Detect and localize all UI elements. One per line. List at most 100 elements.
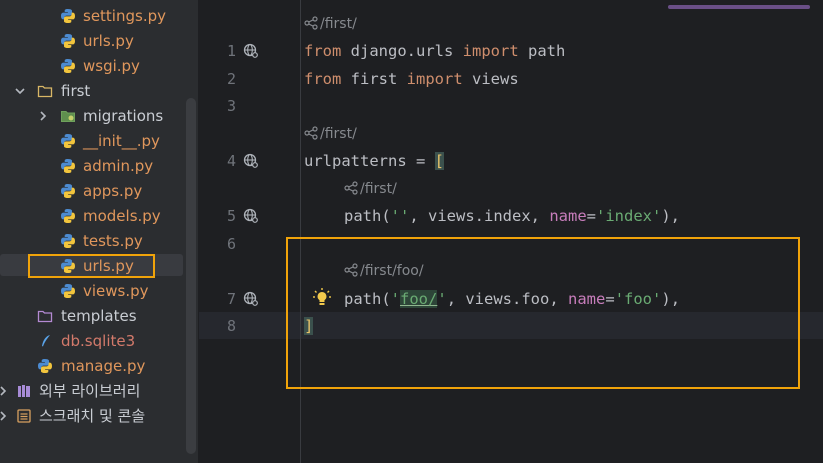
code-token: django.urls <box>341 42 463 60</box>
code-token: urlpatterns = <box>304 152 435 170</box>
tree-item-admin-py[interactable]: admin.py <box>0 154 186 179</box>
code-token: views <box>462 70 519 88</box>
tree-item-label: models.py <box>83 207 161 225</box>
tree-item-label: manage.py <box>61 357 146 375</box>
template-folder-icon <box>37 310 53 323</box>
code-highlight-box <box>286 237 800 389</box>
code-token: ), <box>661 207 680 225</box>
tree-item-views-py[interactable]: views.py <box>0 279 186 304</box>
tree-item-first-folder[interactable]: first <box>0 79 186 104</box>
scratch-console-icon <box>17 409 31 423</box>
chevron-right-icon[interactable] <box>0 410 9 422</box>
chevron-right-icon[interactable] <box>37 110 49 122</box>
tree-item-label: apps.py <box>83 182 143 200</box>
python-file-icon <box>61 184 75 198</box>
tree-item-wsgi-py[interactable]: wsgi.py <box>0 54 186 79</box>
code-token: name <box>549 207 587 225</box>
tree-item-scratches-and-consoles[interactable]: 스크래치 및 콘솔 <box>0 404 186 429</box>
line-number: 6 <box>226 235 236 253</box>
share-icon <box>344 181 358 195</box>
python-file-icon <box>38 359 52 373</box>
tree-item-label: db.sqlite3 <box>61 332 136 350</box>
library-icon <box>18 385 30 397</box>
line-number: 4 <box>226 152 236 170</box>
python-file-icon <box>61 234 75 248</box>
tree-item-external-libraries[interactable]: 외부 라이브러리 <box>0 379 186 404</box>
line-number: 7 <box>226 290 236 308</box>
project-tree-scrollbar[interactable] <box>186 98 196 454</box>
endpoint-globe-icon[interactable] <box>243 43 259 59</box>
endpoint-globe-icon[interactable] <box>243 208 259 224</box>
python-file-icon <box>61 284 75 298</box>
code-line-2[interactable]: from first import views <box>304 69 519 89</box>
tree-item-label: __init__.py <box>83 132 160 150</box>
line-number: 3 <box>226 97 236 115</box>
python-file-icon <box>61 209 75 223</box>
editor-scroll-indicator[interactable] <box>668 5 810 9</box>
tree-item-label: settings.py <box>83 7 166 25</box>
tree-item-label: tests.py <box>83 232 143 250</box>
tree-item-label: wsgi.py <box>83 57 140 75</box>
tree-item-label: 스크래치 및 콘솔 <box>39 407 146 425</box>
tree-item-db-sqlite3[interactable]: db.sqlite3 <box>0 329 186 354</box>
tree-item-label: 외부 라이브러리 <box>39 382 141 400</box>
tree-item-settings-py[interactable]: settings.py <box>0 4 186 29</box>
code-token: import <box>462 42 519 60</box>
python-file-icon <box>61 159 75 173</box>
endpoint-hint-text: /first/ <box>320 126 357 142</box>
python-file-icon <box>61 59 75 73</box>
code-token: = <box>586 207 596 225</box>
chevron-right-icon[interactable] <box>0 385 9 397</box>
line-number: 1 <box>226 42 236 60</box>
code-line-5[interactable]: path('', views.index, name='index'), <box>344 206 680 226</box>
endpoint-hint-text: /first/ <box>320 16 357 32</box>
gutter-separator <box>300 0 301 463</box>
tree-item-apps-py[interactable]: apps.py <box>0 179 186 204</box>
code-token: 'index' <box>596 207 662 225</box>
python-file-icon <box>61 134 75 148</box>
tree-item-templates[interactable]: templates <box>0 304 186 329</box>
tree-item-label: first <box>61 82 91 100</box>
matched-bracket: [ <box>434 152 444 170</box>
python-file-icon <box>61 9 75 23</box>
share-icon <box>304 126 318 140</box>
endpoint-globe-icon[interactable] <box>243 153 259 169</box>
tree-item-label: admin.py <box>83 157 154 175</box>
folder-icon <box>37 85 53 98</box>
tree-item-tests-py[interactable]: tests.py <box>0 229 186 254</box>
tree-item-urls-py[interactable]: urls.py <box>0 29 186 54</box>
endpoint-hint[interactable]: /first/ <box>344 181 397 197</box>
line-number: 8 <box>226 317 236 335</box>
endpoint-hint[interactable]: /first/ <box>304 126 357 142</box>
project-tree-panel: settings.py urls.py wsgi.py first migrat… <box>0 0 198 463</box>
tree-item-label: urls.py <box>83 32 134 50</box>
tree-item-label: migrations <box>83 107 164 125</box>
share-icon <box>304 16 318 30</box>
tree-item-label: templates <box>61 307 137 325</box>
tree-item-migrations[interactable]: migrations <box>0 104 186 129</box>
code-line-1[interactable]: from django.urls import path <box>304 41 565 61</box>
code-token: import <box>406 70 463 88</box>
chevron-down-icon[interactable] <box>14 85 26 97</box>
endpoint-hint-text: /first/ <box>360 181 397 197</box>
endpoint-globe-icon[interactable] <box>243 291 259 307</box>
endpoint-hint[interactable]: /first/ <box>304 16 357 32</box>
tree-item-label: views.py <box>83 282 149 300</box>
code-token: from <box>304 42 342 60</box>
line-number: 2 <box>226 70 236 88</box>
code-token: path( <box>344 207 391 225</box>
code-token: first <box>341 70 407 88</box>
code-line-4[interactable]: urlpatterns = [ <box>304 151 444 171</box>
tree-item-models-py[interactable]: models.py <box>0 204 186 229</box>
code-token: from <box>304 70 342 88</box>
python-file-icon <box>61 34 75 48</box>
urls-py-highlight-box <box>28 254 155 278</box>
code-token: path <box>518 42 566 60</box>
tree-item-init-py[interactable]: __init__.py <box>0 129 186 154</box>
package-folder-icon <box>61 111 75 122</box>
feather-file-icon <box>42 335 50 347</box>
code-token: , views.index, <box>409 207 550 225</box>
code-token: '' <box>390 207 410 225</box>
line-number: 5 <box>226 207 236 225</box>
tree-item-manage-py[interactable]: manage.py <box>0 354 186 379</box>
